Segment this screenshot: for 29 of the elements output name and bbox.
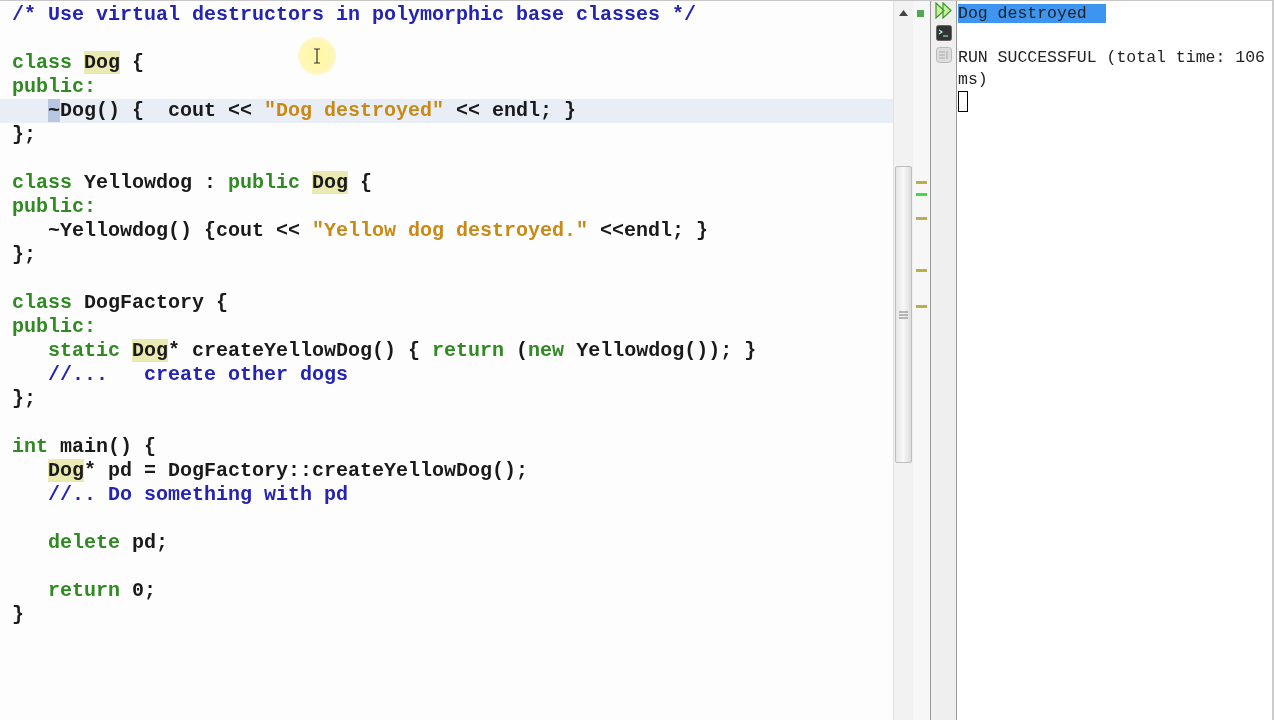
code-line: };	[11, 387, 37, 411]
code-line: return 0;	[47, 579, 158, 603]
output-text: RUN SUCCESSFUL (total time: 106 ms)	[958, 48, 1265, 89]
code-line: //... create other dogs	[47, 363, 350, 387]
code-line: public:	[11, 195, 97, 219]
code-line: Dog* pd = DogFactory::createYellowDog();	[47, 459, 530, 483]
code-line: };	[11, 123, 37, 147]
code-line: };	[11, 243, 37, 267]
scrollbar-thumb[interactable]	[895, 166, 912, 463]
status-square-icon	[917, 10, 924, 17]
terminal-icon[interactable]	[935, 25, 952, 41]
code-line: delete pd;	[47, 531, 170, 555]
rerun-icon[interactable]	[935, 2, 952, 19]
code-line: }	[11, 603, 25, 627]
code-line: int main() {	[11, 435, 158, 459]
code-line: //.. Do something with pd	[47, 483, 350, 507]
output-text: Dog destroyed	[958, 4, 1106, 23]
scroll-up-icon[interactable]	[899, 10, 908, 16]
mouse-cursor-icon	[298, 37, 336, 75]
code-line: class DogFactory {	[11, 291, 230, 315]
panel-icon	[935, 47, 952, 63]
code-line: public:	[11, 315, 97, 339]
code-line: static Dog* createYellowDog() { return (new Yellowdog()); }	[47, 339, 758, 363]
code-line: public:	[11, 75, 97, 99]
code-line: /* Use virtual destructors in polymorphic base classes */	[11, 3, 698, 27]
code-line: ~Yellowdog() {cout << "Yellow dog destroyed." <<endl; }	[47, 219, 710, 243]
code-line: class Dog {	[11, 51, 146, 75]
code-line: class Yellowdog : public Dog {	[11, 171, 374, 195]
text-cursor	[958, 91, 968, 112]
